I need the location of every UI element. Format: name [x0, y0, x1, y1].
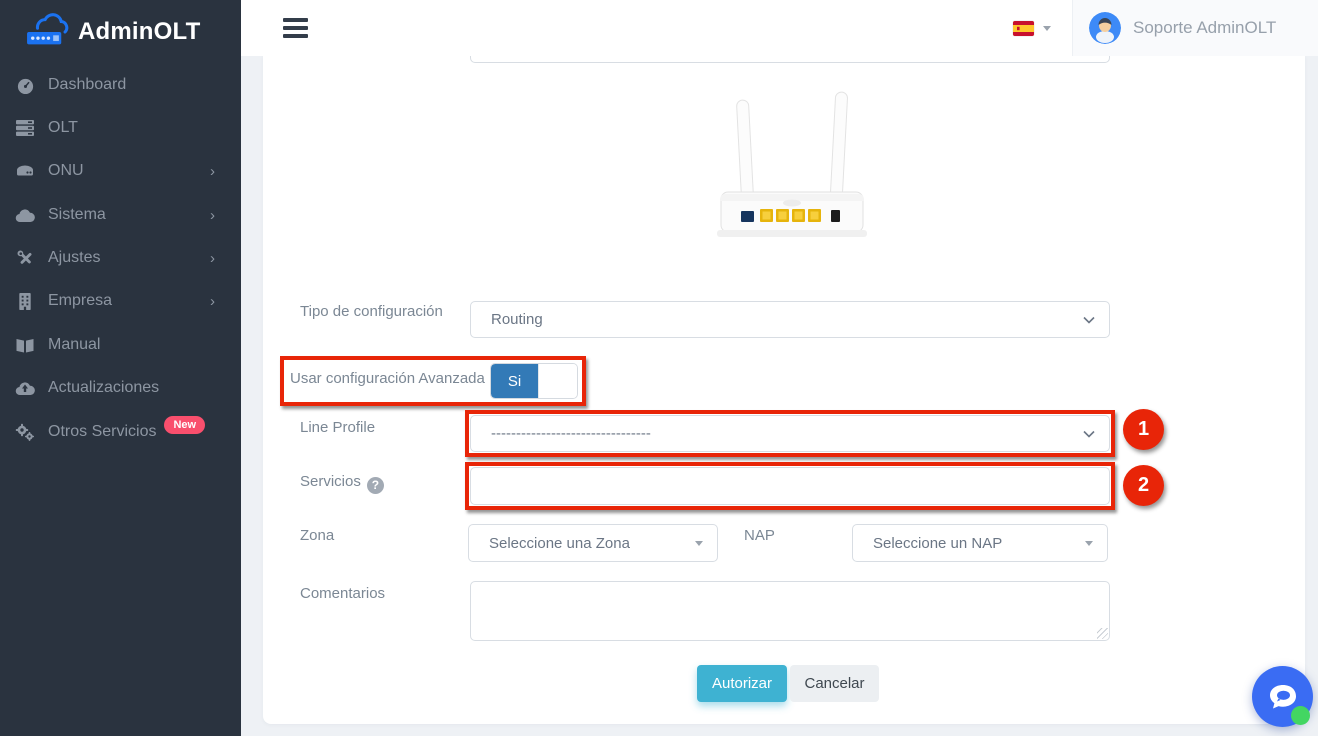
zona-label: Zona: [300, 527, 334, 544]
comentarios-textarea[interactable]: [470, 581, 1110, 641]
sidebar-item-dashboard[interactable]: Dashboard: [0, 71, 241, 99]
gauge-icon: [14, 75, 36, 95]
caret-down-icon: [1043, 26, 1051, 31]
servicios-input[interactable]: [470, 467, 1110, 505]
line-profile-value: --------------------------------: [491, 425, 1083, 442]
sidebar-item-label: Sistema: [48, 206, 106, 224]
authorize-button[interactable]: Autorizar: [697, 665, 787, 702]
cancel-button[interactable]: Cancelar: [790, 665, 879, 702]
onu-device-icon: [14, 161, 36, 181]
online-status-dot: [1291, 706, 1310, 725]
chevron-right-icon: ›: [210, 163, 215, 180]
toggle-on-label: Si: [491, 364, 538, 398]
sidebar-item-empresa[interactable]: Empresa ›: [0, 287, 241, 315]
sidebar-item-label: Empresa: [48, 292, 112, 310]
hamburger-menu-icon[interactable]: [283, 18, 308, 38]
sidebar-item-label: ONU: [48, 162, 84, 180]
line-profile-select[interactable]: --------------------------------: [470, 415, 1110, 452]
chevron-down-icon: [1083, 316, 1095, 324]
brand-logo[interactable]: AdminOLT: [0, 10, 241, 54]
annotation-step-2: 2: [1123, 465, 1164, 506]
book-icon: [14, 335, 36, 355]
cloud-upload-icon: [14, 378, 36, 398]
question-circle-icon[interactable]: ?: [367, 477, 384, 494]
sidebar-item-ajustes[interactable]: Ajustes ›: [0, 244, 241, 272]
sidebar-item-label: Ajustes: [48, 249, 100, 267]
chevron-right-icon: ›: [210, 293, 215, 310]
user-name: Soporte AdminOLT: [1133, 18, 1276, 38]
sidebar-item-manual[interactable]: Manual: [0, 331, 241, 359]
sidebar-item-sistema[interactable]: Sistema ›: [0, 201, 241, 229]
servicios-label-text: Servicios: [300, 473, 361, 490]
olt-server-icon: [14, 118, 36, 138]
config-form-card: Tipo de configuración Routing Usar confi…: [263, 56, 1305, 724]
tipo-configuracion-value: Routing: [491, 311, 1083, 328]
tools-icon: [14, 248, 36, 268]
sidebar-item-actualizaciones[interactable]: Actualizaciones: [0, 374, 241, 402]
gears-icon: [14, 422, 36, 442]
user-menu[interactable]: Soporte AdminOLT: [1072, 0, 1318, 56]
sidebar-item-otros-servicios[interactable]: Otros Servicios New: [0, 418, 241, 446]
new-badge: New: [164, 416, 205, 434]
tipo-configuracion-label: Tipo de configuración: [300, 303, 443, 320]
nap-select[interactable]: Seleccione un NAP: [852, 524, 1108, 562]
sidebar-item-label: Otros Servicios: [48, 423, 156, 441]
tipo-configuracion-select[interactable]: Routing: [470, 301, 1110, 338]
chevron-right-icon: ›: [210, 250, 215, 267]
user-avatar: [1089, 12, 1121, 44]
chevron-down-icon: [1083, 430, 1095, 438]
comentarios-label: Comentarios: [300, 585, 385, 602]
sidebar-item-label: Dashboard: [48, 76, 126, 94]
chat-bubble-icon: [1268, 683, 1298, 711]
annotation-step-1: 1: [1123, 409, 1164, 450]
toggle-knob: [538, 364, 577, 398]
spain-flag-icon: [1013, 21, 1034, 36]
resize-grip[interactable]: [1097, 628, 1108, 639]
sidebar-item-onu[interactable]: ONU ›: [0, 157, 241, 185]
usar-config-avanzada-label: Usar configuración Avanzada: [290, 370, 485, 387]
sidebar: AdminOLT Dashboard OLT ONU › Siste: [0, 0, 241, 736]
cloud-icon: [14, 205, 36, 225]
caret-down-icon: [1085, 541, 1093, 546]
main-content: Tipo de configuración Routing Usar confi…: [241, 56, 1318, 736]
cutoff-field[interactable]: [470, 56, 1110, 63]
sidebar-item-label: Manual: [48, 336, 100, 354]
cloud-olt-logo-icon: [24, 13, 70, 51]
zona-select[interactable]: Seleccione una Zona: [468, 524, 718, 562]
sidebar-item-label: OLT: [48, 119, 78, 137]
chevron-right-icon: ›: [210, 207, 215, 224]
sidebar-item-olt[interactable]: OLT: [0, 114, 241, 142]
line-profile-label: Line Profile: [300, 419, 375, 436]
building-icon: [14, 291, 36, 311]
app-window: AdminOLT Dashboard OLT ONU › Siste: [0, 0, 1318, 736]
servicios-label: Servicios?: [300, 473, 384, 494]
topbar: Soporte AdminOLT: [241, 0, 1318, 56]
avanzada-toggle[interactable]: Si: [490, 363, 578, 399]
zona-value: Seleccione una Zona: [489, 535, 695, 552]
brand-name: AdminOLT: [78, 18, 200, 46]
onu-router-image: [711, 90, 871, 252]
nap-value: Seleccione un NAP: [873, 535, 1085, 552]
language-dropdown[interactable]: [1013, 17, 1051, 39]
sidebar-item-label: Actualizaciones: [48, 379, 159, 397]
nap-label: NAP: [744, 527, 775, 544]
caret-down-icon: [695, 541, 703, 546]
